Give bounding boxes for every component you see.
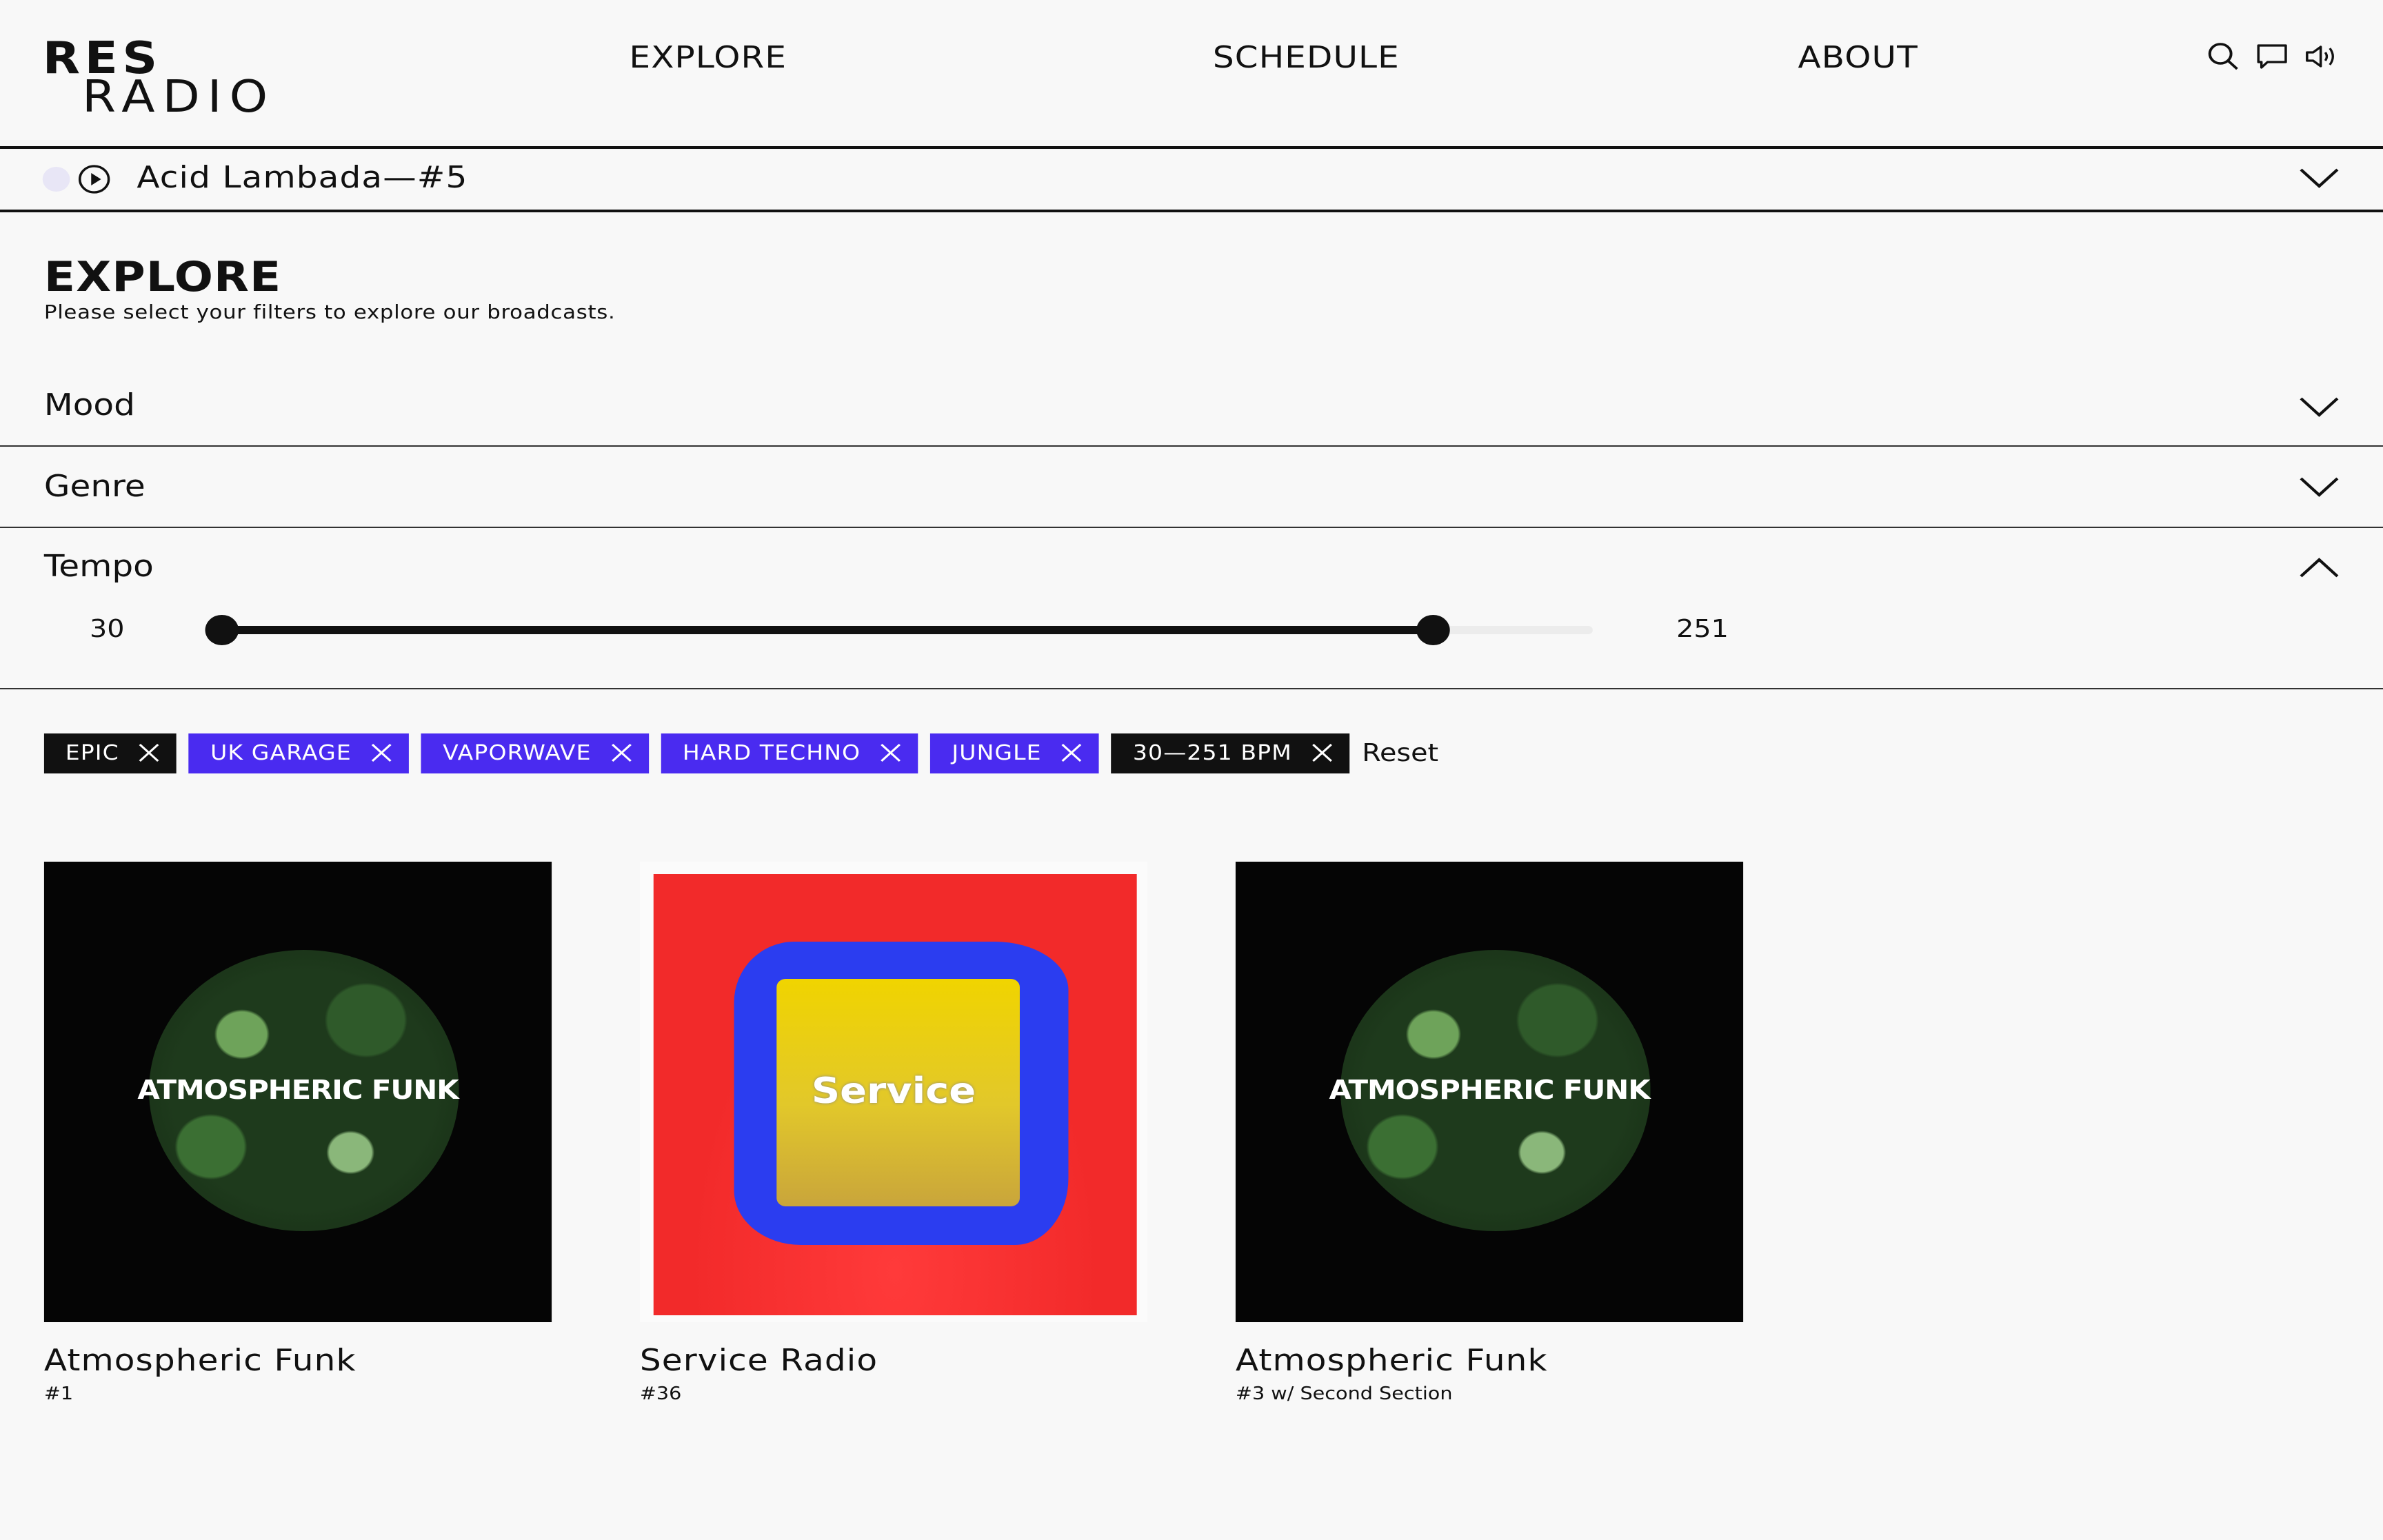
- now-playing-title: Acid Lambada—#5: [137, 161, 468, 196]
- filter-tag-label: 30—251 BPM: [1132, 740, 1292, 765]
- broadcast-artwork[interactable]: Service: [639, 862, 1148, 1322]
- filter-tag[interactable]: EPIC: [43, 733, 177, 773]
- artwork-text: Service: [811, 1071, 976, 1113]
- filter-tag-label: EPIC: [65, 740, 119, 765]
- live-indicator: [42, 167, 70, 192]
- filter-genre[interactable]: Genre: [0, 447, 2383, 528]
- broadcast-card[interactable]: ATMOSPHERIC FUNK Atmospheric Funk #1: [43, 862, 552, 1405]
- close-icon[interactable]: [1310, 742, 1334, 764]
- filter-tempo: Tempo 30 251: [0, 528, 2383, 689]
- filter-tag[interactable]: 30—251 BPM: [1112, 733, 1350, 773]
- tempo-min-value: 30: [90, 615, 125, 644]
- broadcast-episode: #3 w/ Second Section: [1235, 1384, 1453, 1405]
- nav-schedule[interactable]: SCHEDULE: [1213, 41, 1400, 76]
- broadcast-episode: #36: [639, 1384, 682, 1405]
- chevron-up-icon[interactable]: [2298, 556, 2341, 580]
- tempo-max-handle[interactable]: [1417, 615, 1451, 645]
- nav-about[interactable]: ABOUT: [1798, 41, 1918, 76]
- filter-tag[interactable]: VAPORWAVE: [421, 733, 650, 773]
- tempo-min-handle[interactable]: [205, 615, 239, 645]
- broadcast-title[interactable]: Service Radio: [640, 1344, 878, 1379]
- page-title: EXPLORE: [43, 254, 282, 302]
- filter-tag-label: UK GARAGE: [210, 740, 352, 765]
- volume-icon[interactable]: [2304, 41, 2337, 72]
- broadcast-episode: #1: [43, 1384, 74, 1405]
- broadcast-artwork[interactable]: ATMOSPHERIC FUNK: [1235, 862, 1744, 1322]
- artwork-text: ATMOSPHERIC FUNK: [1329, 1075, 1650, 1106]
- broadcast-title[interactable]: Atmospheric Funk: [1236, 1344, 1548, 1379]
- filter-genre-label: Genre: [43, 470, 145, 505]
- reset-filters-button[interactable]: Reset: [1362, 738, 1438, 767]
- search-icon[interactable]: [2206, 41, 2240, 72]
- broadcast-card[interactable]: Service Service Radio #36: [639, 862, 1148, 1405]
- play-icon[interactable]: [77, 164, 110, 194]
- site-header: RES RADIO EXPLORE SCHEDULE ABOUT: [0, 0, 2383, 149]
- filter-tag[interactable]: JUNGLE: [930, 733, 1100, 773]
- close-icon[interactable]: [370, 742, 394, 764]
- active-filter-tags: EPIC UK GARAGE VAPORWAVE HARD TECHNO JUN…: [43, 732, 1438, 773]
- page-subtitle: Please select your filters to explore ou…: [43, 302, 616, 324]
- broadcast-artwork[interactable]: ATMOSPHERIC FUNK: [43, 862, 552, 1322]
- artwork-text: ATMOSPHERIC FUNK: [137, 1075, 459, 1106]
- tempo-max-value: 251: [1676, 615, 1729, 644]
- nav-explore[interactable]: EXPLORE: [629, 41, 787, 76]
- chevron-down-icon[interactable]: [2298, 474, 2341, 499]
- chat-icon[interactable]: [2255, 41, 2289, 72]
- logo-line-2: RADIO: [82, 70, 276, 123]
- close-icon[interactable]: [137, 742, 161, 764]
- filter-tag[interactable]: HARD TECHNO: [661, 733, 918, 773]
- broadcast-title[interactable]: Atmospheric Funk: [44, 1344, 356, 1379]
- chevron-down-icon[interactable]: [2298, 394, 2341, 419]
- filter-tempo-label[interactable]: Tempo: [44, 550, 154, 585]
- filter-tag[interactable]: UK GARAGE: [189, 733, 410, 773]
- filter-mood[interactable]: Mood: [0, 364, 2383, 447]
- filter-tag-label: VAPORWAVE: [443, 740, 592, 765]
- res-radio-logo[interactable]: RES RADIO: [43, 36, 301, 123]
- filter-tag-label: HARD TECHNO: [682, 740, 861, 765]
- now-playing-bar: Acid Lambada—#5: [0, 149, 2383, 212]
- page: RES RADIO EXPLORE SCHEDULE ABOUT Acid La…: [0, 0, 2383, 1540]
- filter-tag-label: JUNGLE: [952, 740, 1042, 765]
- close-icon[interactable]: [610, 742, 634, 764]
- chevron-down-icon[interactable]: [2298, 165, 2341, 190]
- filter-mood-label: Mood: [43, 389, 135, 423]
- tempo-slider[interactable]: [205, 615, 1593, 645]
- close-icon[interactable]: [1060, 742, 1084, 764]
- broadcast-card[interactable]: ATMOSPHERIC FUNK Atmospheric Funk #3 w/ …: [1235, 862, 1744, 1405]
- tempo-slider-fill: [221, 626, 1434, 634]
- close-icon[interactable]: [879, 742, 903, 764]
